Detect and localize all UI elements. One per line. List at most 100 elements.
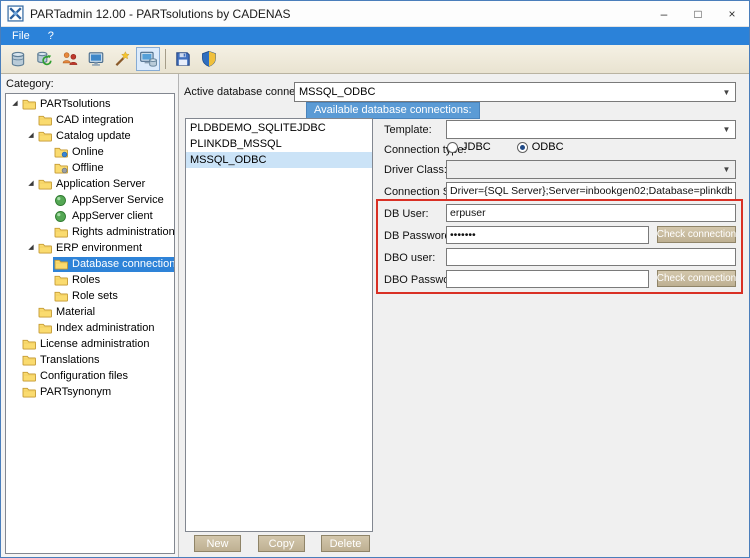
folder-icon: [38, 242, 53, 255]
tree-item-partsolutions[interactable]: ◢ PARTsolutions: [6, 96, 174, 112]
tree-item-configuration-files[interactable]: Configuration files: [6, 368, 174, 384]
tree-item-content: Rights administration: [53, 225, 174, 240]
window-title: PARTadmin 12.00 - PARTsolutions by CADEN…: [30, 6, 291, 21]
expander-icon[interactable]: ◢: [25, 240, 37, 256]
expander-icon[interactable]: ◢: [25, 128, 37, 144]
dbo-user-input[interactable]: [446, 248, 736, 266]
erp-environment-icon[interactable]: [136, 47, 160, 71]
folder-offline-icon: [54, 162, 69, 175]
active-connection-combo[interactable]: MSSQL_ODBC ▼: [294, 82, 736, 102]
tree-item-online[interactable]: Online: [6, 144, 174, 160]
tree-item-label: Offline: [72, 162, 104, 174]
tree-item-label: Online: [72, 146, 104, 158]
category-panel: Category: ◢ PARTsolutions CAD integration ◢…: [1, 74, 178, 557]
dropdown-arrow-icon[interactable]: ▼: [718, 161, 735, 178]
tree-item-appserver-service[interactable]: AppServer Service: [6, 192, 174, 208]
copy-button[interactable]: Copy: [258, 535, 305, 552]
radio-jdbc[interactable]: JDBC: [447, 141, 491, 153]
tree-item-erp-environment[interactable]: ◢ ERP environment: [6, 240, 174, 256]
category-tree: ◢ PARTsolutions CAD integration ◢ Catalog up…: [5, 93, 175, 554]
expander-icon[interactable]: ◢: [25, 176, 37, 192]
tree-item-material[interactable]: Material: [6, 304, 174, 320]
tree-item-label: Configuration files: [40, 370, 129, 382]
db-user-input[interactable]: [446, 204, 736, 222]
license-shield-icon[interactable]: [197, 47, 221, 71]
tree-item-label: License administration: [40, 338, 150, 350]
tree-item-content: License administration: [21, 337, 152, 352]
new-button[interactable]: New: [194, 535, 241, 552]
tree-item-roles[interactable]: Roles: [6, 272, 174, 288]
tree-item-translations[interactable]: Translations: [6, 352, 174, 368]
tree-item-index-administration[interactable]: Index administration: [6, 320, 174, 336]
delete-button[interactable]: Delete: [321, 535, 370, 552]
check-connection-button-dbo[interactable]: Check connection: [657, 270, 736, 287]
tree-item-content: Database connection: [53, 256, 174, 272]
driver-class-combo[interactable]: ▼: [446, 160, 736, 179]
tree-item-content: PARTsynonym: [21, 385, 114, 400]
tree-item-role-sets[interactable]: Role sets: [6, 288, 174, 304]
list-item-pldbdemo_sqlitejdbc[interactable]: PLDBDEMO_SQLITEJDBC: [186, 120, 372, 136]
dropdown-arrow-icon[interactable]: ▼: [718, 83, 735, 101]
minimize-button[interactable]: –: [647, 1, 681, 26]
list-item-mssql_odbc[interactable]: MSSQL_ODBC: [186, 152, 372, 168]
tree-item-appserver-client[interactable]: AppServer client: [6, 208, 174, 224]
expander-icon[interactable]: ◢: [9, 96, 21, 112]
main-area: Category: ◢ PARTsolutions CAD integration ◢…: [1, 74, 749, 557]
menu-help[interactable]: ?: [39, 29, 63, 43]
titlebar: PARTadmin 12.00 - PARTsolutions by CADEN…: [1, 1, 749, 27]
application-server-icon[interactable]: [84, 47, 108, 71]
folder-icon: [54, 258, 69, 271]
toolbar-separator: [165, 49, 166, 69]
radio-label: ODBC: [531, 141, 564, 153]
content-panel: Active database connection: MSSQL_ODBC ▼…: [178, 74, 749, 557]
radio-dot-icon: [516, 141, 528, 153]
tree-item-application-server[interactable]: ◢ Application Server: [6, 176, 174, 192]
dbo-password-input[interactable]: [446, 270, 649, 288]
database-update-icon[interactable]: [32, 47, 56, 71]
dbo-user-label: DBO user:: [384, 252, 436, 264]
tree-item-database-connection[interactable]: Database connection: [6, 256, 174, 272]
tree-item-offline[interactable]: Offline: [6, 160, 174, 176]
radio-label: JDBC: [462, 141, 491, 153]
tree-item-cad-integration[interactable]: CAD integration: [6, 112, 174, 128]
folder-icon: [38, 114, 53, 127]
maximize-button[interactable]: □: [681, 1, 715, 26]
toolbar: [1, 45, 749, 74]
tree-item-catalog-update[interactable]: ◢ Catalog update: [6, 128, 174, 144]
tree-item-label: Application Server: [56, 178, 146, 190]
configuration-wizard-icon[interactable]: [110, 47, 134, 71]
tree-item-label: Role sets: [72, 290, 118, 302]
save-icon[interactable]: [171, 47, 195, 71]
dropdown-arrow-icon[interactable]: ▼: [718, 121, 735, 138]
tree-item-label: Translations: [40, 354, 100, 366]
folder-online-icon: [54, 146, 69, 159]
folder-icon: [22, 386, 37, 399]
close-button[interactable]: ×: [715, 1, 749, 26]
template-combo[interactable]: ▼: [446, 120, 736, 139]
tree-item-content: Application Server: [37, 177, 148, 192]
catalog-database-icon[interactable]: [6, 47, 30, 71]
connection-string-input[interactable]: [446, 182, 736, 200]
tree-item-content: Material: [37, 305, 98, 320]
tree-item-content: Configuration files: [21, 369, 131, 384]
driver-class-label: Driver Class:: [384, 164, 447, 176]
radio-odbc[interactable]: ODBC: [516, 141, 564, 153]
folder-icon: [22, 338, 37, 351]
folder-icon: [22, 354, 37, 367]
check-connection-button-db[interactable]: Check connection: [657, 226, 736, 243]
db-password-label: DB Password:: [384, 230, 454, 242]
tree-item-label: AppServer client: [72, 210, 153, 222]
tree-item-rights-administration[interactable]: Rights administration: [6, 224, 174, 240]
tree-item-label: PARTsolutions: [40, 98, 111, 110]
tree-item-license-administration[interactable]: License administration: [6, 336, 174, 352]
list-item-plinkdb_mssql[interactable]: PLINKDB_MSSQL: [186, 136, 372, 152]
tree-item-content: Index administration: [37, 321, 157, 336]
tree-item-partsynonym[interactable]: PARTsynonym: [6, 384, 174, 400]
service-icon: [54, 194, 69, 207]
tree-item-content: Translations: [21, 353, 103, 368]
db-password-input[interactable]: [446, 226, 649, 244]
menu-file[interactable]: File: [3, 29, 39, 43]
tree-item-label: AppServer Service: [72, 194, 164, 206]
group-title-badge: Available database connections:: [306, 102, 480, 119]
rights-administration-icon[interactable]: [58, 47, 82, 71]
